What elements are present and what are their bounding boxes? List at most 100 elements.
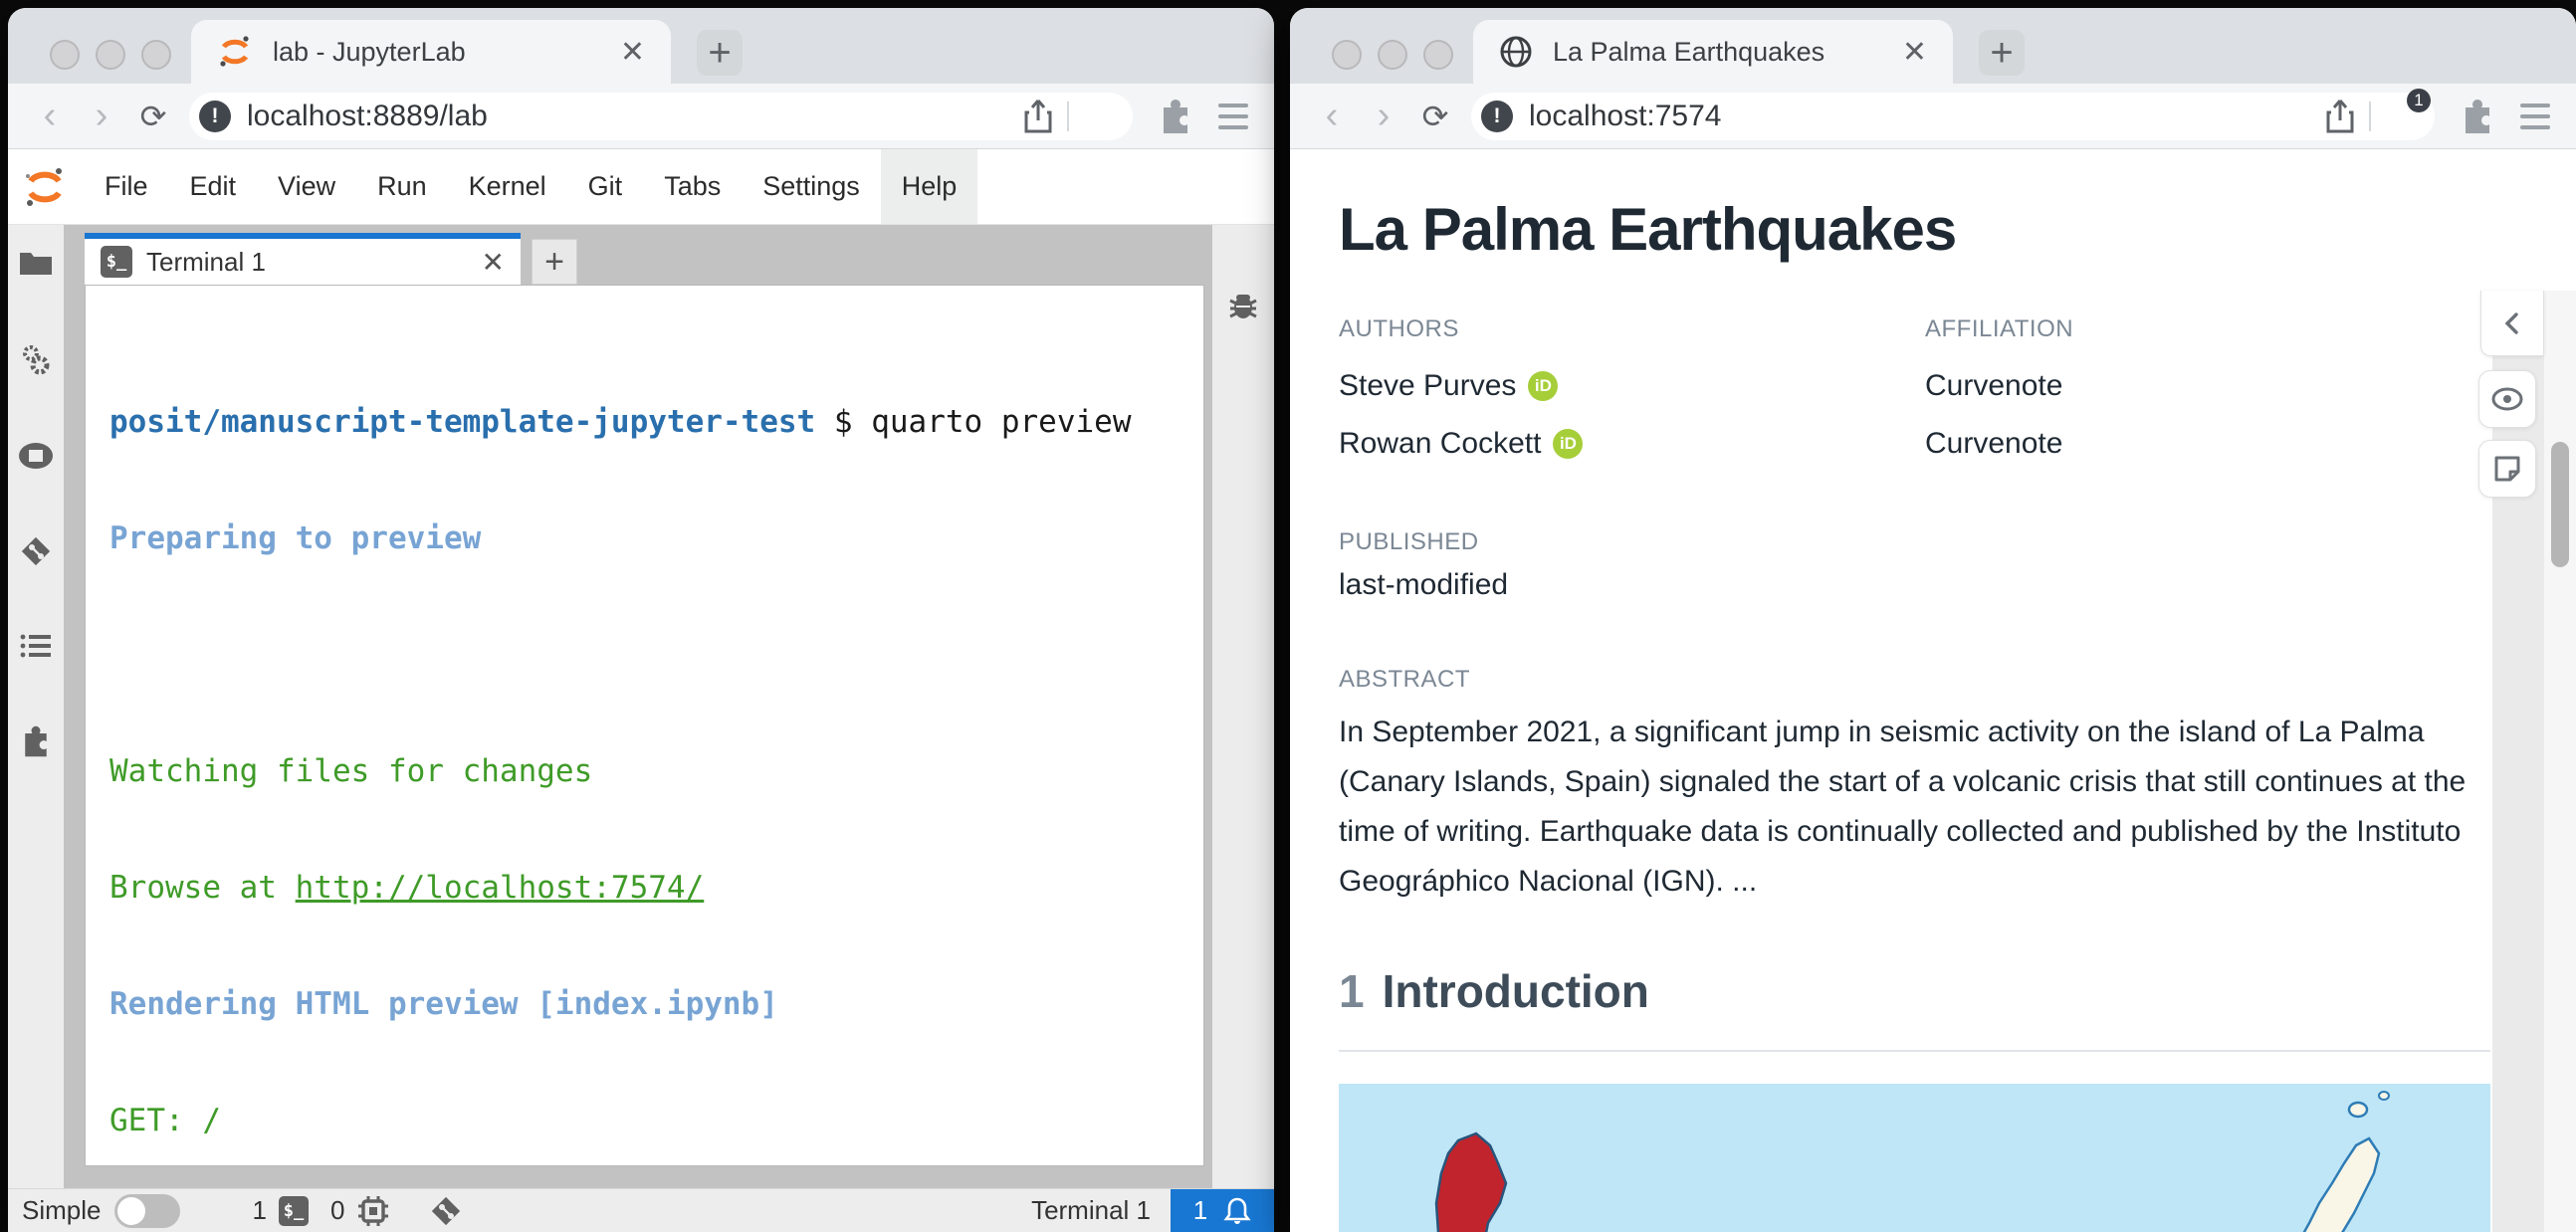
eye-icon: [2491, 387, 2523, 411]
divider: [2369, 101, 2371, 131]
browser-tab-jupyterlab[interactable]: lab - JupyterLab ✕: [191, 20, 671, 84]
menu-tabs[interactable]: Tabs: [643, 149, 742, 224]
page-scrollbar[interactable]: [2544, 291, 2576, 1232]
canary-islands-map: [1339, 1084, 2490, 1232]
reader-view-button[interactable]: [2478, 370, 2536, 428]
menu-run[interactable]: Run: [356, 149, 448, 224]
share-icon[interactable]: [1023, 99, 1053, 134]
traffic-lights[interactable]: [50, 40, 171, 70]
browser-menu-icon[interactable]: [1218, 103, 1248, 129]
forward-button[interactable]: ›: [1358, 95, 1409, 137]
terminal-line-rendering: Rendering HTML preview [index.ipynb]: [109, 986, 778, 1022]
back-button[interactable]: ‹: [1306, 95, 1358, 137]
git-icon[interactable]: [20, 535, 52, 567]
published-label: PUBLISHED: [1339, 528, 1479, 555]
site-info-icon[interactable]: !: [199, 100, 231, 132]
terminal-tab[interactable]: $_ Terminal 1 ✕: [85, 233, 521, 285]
table-of-contents-icon[interactable]: [20, 633, 52, 659]
new-launcher-button[interactable]: +: [532, 239, 577, 285]
extensions-icon[interactable]: [1157, 98, 1194, 135]
browser-tab-lapalma[interactable]: La Palma Earthquakes ✕: [1473, 20, 1953, 84]
preview-browser-window: La Palma Earthquakes ✕ + ‹ › ⟳ ! localho…: [1290, 8, 2576, 1232]
traffic-lights[interactable]: [1332, 40, 1453, 70]
author-affiliation: Curvenote: [1925, 427, 2063, 460]
tab-close-icon[interactable]: ✕: [1896, 35, 1933, 70]
jupyterlab-logo: [26, 167, 62, 206]
address-bar[interactable]: ! localhost:7574 1: [1471, 88, 2435, 140]
annotations-button[interactable]: [2478, 440, 2536, 498]
close-window-button[interactable]: [1332, 40, 1362, 70]
zoom-window-button[interactable]: [1423, 40, 1453, 70]
git-status-icon[interactable]: [430, 1195, 462, 1227]
chevron-left-icon: [2504, 311, 2518, 334]
back-button[interactable]: ‹: [24, 95, 76, 137]
preview-url-link[interactable]: http://localhost:7574/: [296, 870, 705, 906]
minimize-window-button[interactable]: [96, 40, 125, 70]
jupyterlab-statusbar: Simple 1 $_ 0 Terminal 1 1: [8, 1188, 1274, 1232]
bell-icon: [1223, 1197, 1251, 1224]
simple-mode-toggle[interactable]: [114, 1193, 181, 1228]
terminal-count[interactable]: 1: [252, 1195, 266, 1226]
forward-button[interactable]: ›: [76, 95, 127, 137]
kernel-count[interactable]: 0: [330, 1195, 344, 1226]
abstract-text: In September 2021, a significant jump in…: [1339, 716, 2467, 898]
article: La Palma Earthquakes AUTHORS AFFILIATION…: [1339, 149, 2490, 1232]
brave-shields-icon[interactable]: 1: [2385, 88, 2431, 136]
terminal-icon: $_: [101, 246, 132, 278]
browser-menu-icon[interactable]: [2520, 103, 2550, 129]
orcid-icon[interactable]: iD: [1528, 371, 1559, 401]
section-title: Introduction: [1382, 965, 1649, 1017]
tab-close-icon[interactable]: ✕: [614, 35, 651, 70]
extensions-icon[interactable]: [2459, 98, 2496, 135]
menu-help[interactable]: Help: [880, 149, 978, 224]
debugger-bug-icon[interactable]: [1225, 287, 1261, 322]
manuscript-page: La Palma Earthquakes AUTHORS AFFILIATION…: [1290, 149, 2576, 1232]
new-tab-button[interactable]: +: [1979, 30, 2025, 76]
address-bar[interactable]: ! localhost:8889/lab: [189, 92, 1133, 140]
kernel-chip-icon[interactable]: [356, 1194, 390, 1228]
menu-edit[interactable]: Edit: [169, 149, 258, 224]
menu-view[interactable]: View: [257, 149, 356, 224]
simple-mode-label: Simple: [22, 1195, 102, 1225]
menu-kernel[interactable]: Kernel: [448, 149, 567, 224]
menu-git[interactable]: Git: [567, 149, 644, 224]
terminal-line-preparing: Preparing to preview: [109, 520, 482, 556]
shields-badge: 1: [2407, 88, 2431, 112]
minimize-window-button[interactable]: [1378, 40, 1407, 70]
notification-count: 1: [1192, 1195, 1208, 1225]
collapse-panel-button[interactable]: [2480, 291, 2544, 356]
reload-button[interactable]: ⟳: [127, 98, 179, 135]
terminal-output[interactable]: posit/manuscript-template-jupyter-test $…: [85, 285, 1204, 1232]
abstract-label: ABSTRACT: [1339, 666, 1471, 693]
site-info-icon[interactable]: !: [1481, 100, 1513, 132]
scrollbar-thumb[interactable]: [2551, 442, 2569, 567]
extension-manager-icon[interactable]: [19, 724, 53, 758]
notifications-button[interactable]: 1: [1171, 1188, 1274, 1232]
la-graciosa-island: [2347, 1101, 2369, 1119]
orcid-icon[interactable]: iD: [1553, 429, 1584, 459]
menu-file[interactable]: File: [84, 149, 169, 224]
terminal-count-icon[interactable]: $_: [278, 1195, 309, 1226]
terminal-line-get: GET: /: [109, 1103, 221, 1138]
running-gears-icon[interactable]: [19, 342, 53, 376]
terminal-line-browse: Browse at http://localhost:7574/: [109, 870, 705, 906]
current-context-label[interactable]: Terminal 1: [1031, 1195, 1151, 1226]
menu-settings[interactable]: Settings: [742, 149, 881, 224]
page-title: La Palma Earthquakes: [1339, 196, 1957, 263]
file-browser-icon[interactable]: [19, 249, 53, 277]
islet: [2378, 1091, 2390, 1101]
brave-shields-icon[interactable]: [1083, 97, 1119, 136]
url-text[interactable]: localhost:8889/lab: [247, 100, 1023, 133]
divider: [1067, 101, 1069, 131]
share-icon[interactable]: [2325, 99, 2355, 134]
author-affiliation: Curvenote: [1925, 369, 2063, 402]
section-number: 1: [1339, 965, 1365, 1017]
terminal-tab-close-icon[interactable]: ✕: [482, 246, 505, 279]
close-window-button[interactable]: [50, 40, 80, 70]
url-text[interactable]: localhost:7574: [1529, 100, 2325, 133]
stop-kernel-icon[interactable]: [18, 442, 54, 470]
zoom-window-button[interactable]: [141, 40, 171, 70]
tab-title: lab - JupyterLab: [273, 36, 466, 67]
new-tab-button[interactable]: +: [697, 30, 743, 76]
reload-button[interactable]: ⟳: [1409, 98, 1461, 135]
